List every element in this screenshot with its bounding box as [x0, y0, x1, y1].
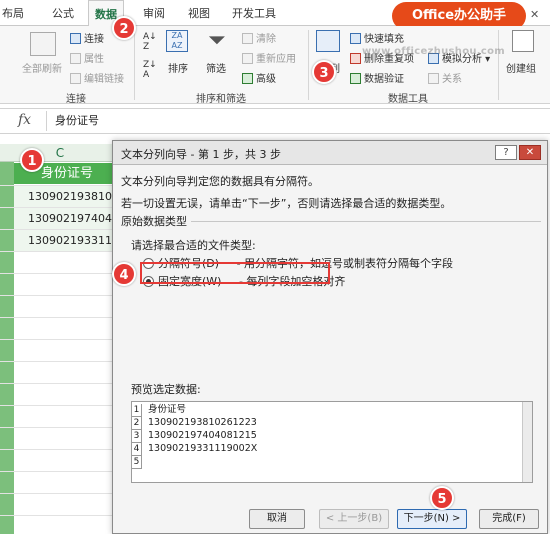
finish-button[interactable]: 完成(F): [479, 509, 539, 529]
data-preview-pane[interactable]: 1 身份证号 2 130902193810261223 3 1309021974040…: [131, 401, 533, 483]
sort-descending-icon[interactable]: Z↓ A: [143, 60, 157, 80]
flash-fill-icon: [350, 33, 361, 44]
data-validation-button[interactable]: 数据验证: [350, 70, 404, 85]
refresh-all-button[interactable]: 全部刷新: [22, 60, 62, 75]
preview-row: 5: [132, 456, 522, 469]
row-gridline: [0, 471, 120, 472]
worksheet-grid: C 身份证号 130902193810226 130902197404081 1…: [0, 144, 120, 534]
refresh-all-icon: [30, 32, 56, 56]
filter-button[interactable]: 筛选: [206, 60, 226, 75]
step-badge-1: 1: [20, 148, 44, 172]
dialog-title: 文本分列向导 - 第 1 步，共 3 步: [121, 148, 281, 161]
preview-row: 1 身份证号: [132, 404, 187, 417]
tab-developer[interactable]: 开发工具: [232, 5, 276, 21]
row-gridline: [0, 295, 120, 296]
row-gridline: [0, 405, 120, 406]
row-gridline: [0, 251, 120, 252]
preview-scrollbar[interactable]: [522, 402, 532, 482]
text-to-columns-wizard-dialog: 文本分列向导 - 第 1 步，共 3 步 ? ✕ 文本分列向导判定您的数据具有分…: [112, 140, 548, 534]
text-to-columns-icon: [316, 30, 340, 52]
file-type-prompt: 请选择最合适的文件类型:: [131, 239, 256, 252]
watermark: www.officezhushou.com: [362, 46, 506, 57]
row-gridline: [0, 361, 120, 362]
help-button[interactable]: ?: [495, 145, 517, 160]
ribbon-separator: [308, 30, 309, 100]
data-validation-icon: [350, 73, 361, 84]
original-data-type-legend: 原始数据类型: [121, 213, 191, 229]
advanced-filter-icon: [242, 73, 253, 84]
close-button[interactable]: ✕: [519, 145, 541, 160]
group-label-sort-filter: 排序和筛选: [196, 94, 246, 105]
insert-function-icon[interactable]: fx: [18, 112, 31, 128]
wizard-instruction-text: 若一切设置无误，请单击“下一步”，否则请选择最合适的数据类型。: [121, 197, 452, 210]
flash-fill-button[interactable]: 快速填充: [350, 30, 404, 45]
next-button[interactable]: 下一步(N) >: [397, 509, 467, 529]
cell-c4[interactable]: 130902193311190: [14, 230, 120, 251]
relationships-icon: [428, 73, 439, 84]
row-gridline: [0, 229, 120, 230]
preview-label: 预览选定数据:: [131, 383, 201, 396]
group-label-connections: 连接: [66, 94, 86, 105]
row-gridline: [0, 515, 120, 516]
preview-row: 3 130902197404081215: [132, 430, 257, 443]
tab-formulas[interactable]: 公式: [52, 5, 74, 21]
clear-filter-icon: [242, 33, 253, 44]
cell-c3[interactable]: 130902197404081: [14, 208, 120, 229]
reapply-icon: [242, 53, 253, 64]
group-icon: [512, 30, 534, 52]
step-badge-2: 2: [112, 16, 136, 40]
window-close-icon[interactable]: ✕: [530, 8, 539, 21]
relationships-button[interactable]: 关系: [428, 70, 462, 85]
preview-row: 2 130902193810261223: [132, 417, 257, 430]
ribbon-body: 全部刷新 连接 属性 编辑链接 连接 A↓ Z Z↓ A ZA AZ 排序 ⏷ 筛选 …: [0, 26, 550, 105]
row-selection-indicator: [0, 162, 14, 534]
create-group-button[interactable]: 创建组: [506, 60, 536, 75]
row-gridline: [0, 185, 120, 186]
tab-view[interactable]: 视图: [188, 5, 210, 21]
row-gridline: [0, 427, 120, 428]
edit-links-icon: [70, 73, 81, 84]
row-gridline: [0, 317, 120, 318]
dialog-title-bar: 文本分列向导 - 第 1 步，共 3 步 ? ✕: [113, 141, 547, 165]
row-gridline: [0, 339, 120, 340]
tab-review[interactable]: 审阅: [143, 5, 165, 21]
preview-row: 4 13090219331119002X: [132, 443, 258, 456]
properties-button[interactable]: 属性: [70, 50, 104, 65]
back-button[interactable]: < 上一步(B): [319, 509, 389, 529]
properties-icon: [70, 53, 81, 64]
step-badge-3: 3: [312, 60, 336, 84]
row-gridline: [0, 493, 120, 494]
remove-duplicates-icon: [350, 53, 361, 64]
row-gridline: [0, 449, 120, 450]
ribbon-separator: [134, 30, 135, 100]
step-badge-4: 4: [112, 262, 136, 286]
wizard-intro-text: 文本分列向导判定您的数据具有分隔符。: [121, 175, 319, 188]
row-gridline: [0, 383, 120, 384]
clear-filter-button[interactable]: 清除: [242, 30, 276, 45]
formula-input[interactable]: 身份证号: [46, 111, 546, 131]
fixed-width-highlight-box: [140, 262, 330, 284]
ribbon-tabs: 布局 公式 数据 审阅 视图 开发工具 Office办公助手 ✕: [0, 0, 550, 30]
cancel-button[interactable]: 取消: [249, 509, 305, 529]
step-badge-5: 5: [430, 486, 454, 510]
group-label-data-tools: 数据工具: [388, 94, 428, 105]
edit-links-button[interactable]: 编辑链接: [70, 70, 124, 85]
formula-bar: fx 身份证号: [0, 108, 550, 134]
tab-layout[interactable]: 布局: [2, 5, 24, 21]
filter-funnel-icon: ⏷: [208, 28, 226, 53]
ribbon-separator: [498, 30, 499, 100]
row-gridline: [0, 273, 120, 274]
connections-icon: [70, 33, 81, 44]
sort-dialog-icon: ZA AZ: [166, 30, 188, 52]
reapply-filter-button[interactable]: 重新应用: [242, 50, 296, 65]
advanced-filter-button[interactable]: 高级: [242, 70, 276, 85]
sort-button[interactable]: 排序: [168, 60, 188, 75]
connections-button[interactable]: 连接: [70, 30, 104, 45]
column-header-c[interactable]: C: [0, 144, 120, 162]
sort-ascending-icon[interactable]: A↓ Z: [143, 32, 157, 52]
cell-c2[interactable]: 130902193810226: [14, 186, 120, 207]
row-gridline: [0, 207, 120, 208]
